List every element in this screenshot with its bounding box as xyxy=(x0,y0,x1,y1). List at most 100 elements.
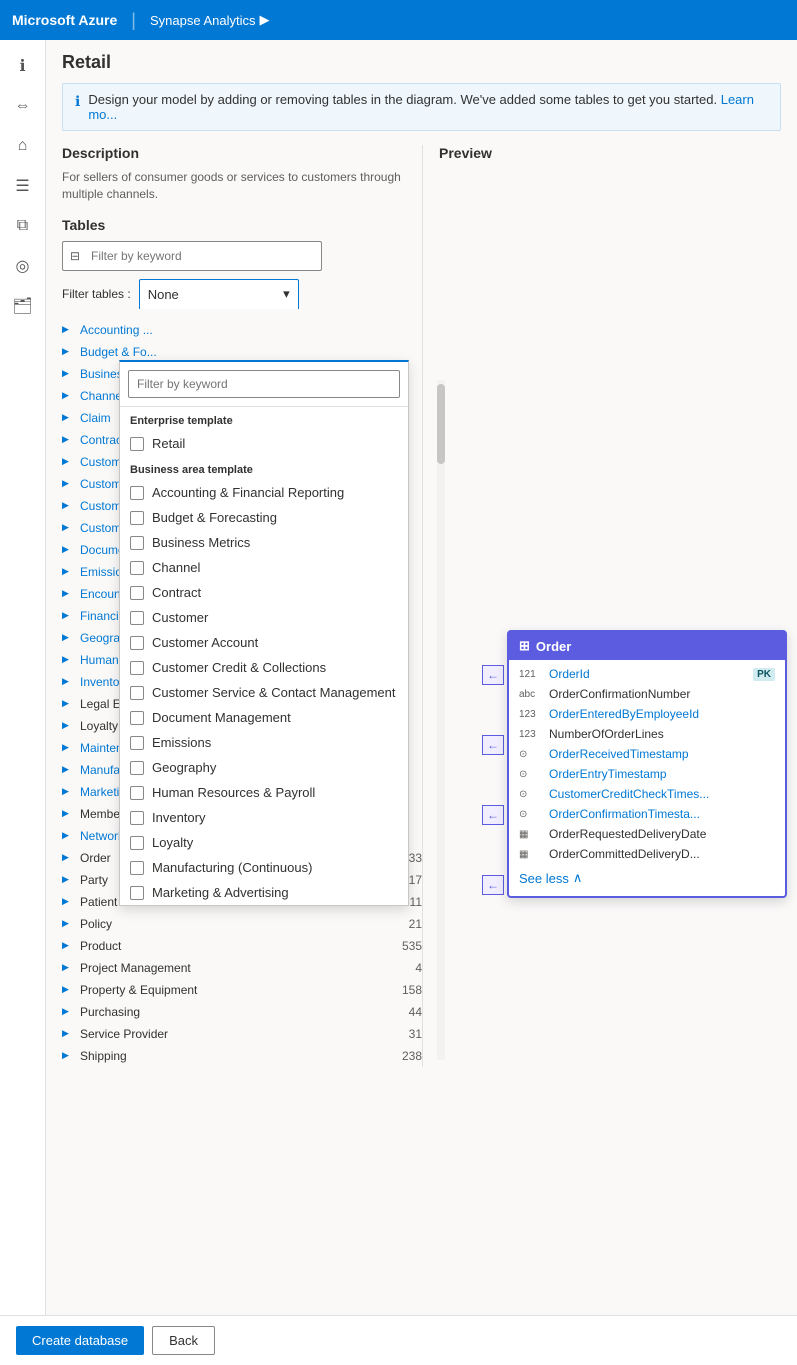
dropdown-item-manufacturing[interactable]: Manufacturing (Continuous) xyxy=(120,855,408,880)
chevron-icon: ▶ xyxy=(62,940,74,951)
dropdown-search-input[interactable] xyxy=(128,370,400,398)
sidebar: ℹ ⇔ ⌂ ☰ ⧉ ◎ 🗂 xyxy=(0,40,46,1365)
dropdown-item-loyalty[interactable]: Loyalty xyxy=(120,830,408,855)
order-table-icon: ⊞ xyxy=(519,638,530,654)
table-row[interactable]: ▶ Shipping 238 xyxy=(62,1045,422,1067)
dropdown-item-marketing[interactable]: Marketing & Advertising xyxy=(120,880,408,905)
chevron-icon: ▶ xyxy=(62,654,74,665)
chevron-icon: ▶ xyxy=(62,412,74,423)
keyword-filter-input[interactable] xyxy=(62,241,322,271)
accounting-label: Accounting & Financial Reporting xyxy=(152,485,344,500)
customer-account-label: Customer Account xyxy=(152,635,258,650)
dropdown-item-accounting[interactable]: Accounting & Financial Reporting xyxy=(120,480,408,505)
dropdown-item-contract[interactable]: Contract xyxy=(120,580,408,605)
customer-checkbox[interactable] xyxy=(130,611,144,625)
chevron-icon: ▶ xyxy=(62,786,74,797)
dropdown-item-emissions[interactable]: Emissions xyxy=(120,730,408,755)
sidebar-icon-expand[interactable]: ⇔ xyxy=(5,88,41,124)
table-row[interactable]: ▶ Property & Equipment 158 xyxy=(62,979,422,1001)
back-button[interactable]: Back xyxy=(152,1326,215,1355)
info-banner-icon: ℹ xyxy=(75,93,80,110)
marketing-checkbox[interactable] xyxy=(130,886,144,900)
section-label: Synapse Analytics xyxy=(150,13,256,28)
customer-account-checkbox[interactable] xyxy=(130,636,144,650)
sidebar-icon-home[interactable]: ⌂ xyxy=(5,128,41,164)
chevron-icon: ▶ xyxy=(62,324,74,335)
dropdown-item-customer[interactable]: Customer xyxy=(120,605,408,630)
create-database-button[interactable]: Create database xyxy=(16,1326,144,1355)
arrow-connector-3: ← xyxy=(482,805,504,825)
geography-checkbox[interactable] xyxy=(130,761,144,775)
dropdown-item-customer-service[interactable]: Customer Service & Contact Management xyxy=(120,680,408,705)
chevron-icon: ▶ xyxy=(62,632,74,643)
accounting-checkbox[interactable] xyxy=(130,486,144,500)
dropdown-search-wrap xyxy=(120,362,408,407)
chevron-icon: ▶ xyxy=(62,566,74,577)
customer-service-checkbox[interactable] xyxy=(130,686,144,700)
dropdown-item-budget[interactable]: Budget & Forecasting xyxy=(120,505,408,530)
order-card-header: ⊞ Order xyxy=(509,632,785,660)
sidebar-icon-document[interactable]: ☰ xyxy=(5,168,41,204)
sidebar-icon-briefcase[interactable]: 🗂 xyxy=(5,288,41,324)
dropdown-item-customer-account[interactable]: Customer Account xyxy=(120,630,408,655)
dropdown-item-geography[interactable]: Geography xyxy=(120,755,408,780)
chevron-icon: ▶ xyxy=(62,390,74,401)
dropdown-item-inventory[interactable]: Inventory xyxy=(120,805,408,830)
table-row[interactable]: ▶ Product 535 xyxy=(62,935,422,957)
table-row[interactable]: ▶ Project Management 4 xyxy=(62,957,422,979)
dropdown-item-document[interactable]: Document Management xyxy=(120,705,408,730)
info-banner: ℹ Design your model by adding or removin… xyxy=(62,83,781,131)
field-name-committed-date: OrderCommittedDeliveryD... xyxy=(549,847,775,861)
manufacturing-checkbox[interactable] xyxy=(130,861,144,875)
sidebar-icon-layer[interactable]: ⧉ xyxy=(5,208,41,244)
filter-tables-row: Filter tables : None ▾ xyxy=(62,279,422,309)
tables-title: Tables xyxy=(62,217,422,233)
business-section-label: Business area template xyxy=(120,456,408,480)
pk-badge: PK xyxy=(753,668,775,681)
field-type-badge: ⊙ xyxy=(519,809,543,820)
manufacturing-label: Manufacturing (Continuous) xyxy=(152,860,312,875)
business-metrics-checkbox[interactable] xyxy=(130,536,144,550)
dropdown-item-hr[interactable]: Human Resources & Payroll xyxy=(120,780,408,805)
chevron-icon: ▶ xyxy=(62,808,74,819)
customer-credit-label: Customer Credit & Collections xyxy=(152,660,326,675)
sidebar-icon-circle[interactable]: ◎ xyxy=(5,248,41,284)
order-field-entry-ts: ⊙ OrderEntryTimestamp xyxy=(509,764,785,784)
dropdown-item-business-metrics[interactable]: Business Metrics xyxy=(120,530,408,555)
retail-checkbox[interactable] xyxy=(130,437,144,451)
business-metrics-label: Business Metrics xyxy=(152,535,250,550)
field-name-employee: OrderEnteredByEmployeeId xyxy=(549,707,775,721)
budget-checkbox[interactable] xyxy=(130,511,144,525)
dropdown-item-customer-credit[interactable]: Customer Credit & Collections xyxy=(120,655,408,680)
filter-select-value: None xyxy=(148,287,179,302)
dropdown-item-channel[interactable]: Channel xyxy=(120,555,408,580)
table-row[interactable]: ▶ Accounting ... xyxy=(62,319,422,341)
dropdown-item-retail[interactable]: Retail xyxy=(120,431,408,456)
contract-checkbox[interactable] xyxy=(130,586,144,600)
loyalty-checkbox[interactable] xyxy=(130,836,144,850)
filter-icon: ⊟ xyxy=(70,249,80,263)
see-less-button[interactable]: See less ∧ xyxy=(509,864,785,892)
chevron-icon: ▶ xyxy=(62,500,74,511)
topbar-section[interactable]: Synapse Analytics ▶ xyxy=(150,12,270,28)
sidebar-icon-info[interactable]: ℹ xyxy=(5,48,41,84)
geography-label: Geography xyxy=(152,760,216,775)
inventory-checkbox[interactable] xyxy=(130,811,144,825)
arrow-connector-4: ← xyxy=(482,875,504,895)
hr-checkbox[interactable] xyxy=(130,786,144,800)
table-row[interactable]: ▶ Service Provider 31 xyxy=(62,1023,422,1045)
page-title: Retail xyxy=(62,52,781,73)
dropdown-scroll-area[interactable]: Enterprise template Retail Business area… xyxy=(120,407,408,905)
customer-credit-checkbox[interactable] xyxy=(130,661,144,675)
channel-checkbox[interactable] xyxy=(130,561,144,575)
emissions-checkbox[interactable] xyxy=(130,736,144,750)
order-field-committed-date: ▦ OrderCommittedDeliveryD... xyxy=(509,844,785,864)
table-row[interactable]: ▶ Policy 21 xyxy=(62,913,422,935)
budget-label: Budget & Forecasting xyxy=(152,510,277,525)
dropdown-scrollbar[interactable] xyxy=(437,380,445,1060)
table-row[interactable]: ▶ Purchasing 44 xyxy=(62,1001,422,1023)
customer-label: Customer xyxy=(152,610,208,625)
filter-tables-select[interactable]: None ▾ xyxy=(139,279,299,309)
document-checkbox[interactable] xyxy=(130,711,144,725)
document-label: Document Management xyxy=(152,710,291,725)
